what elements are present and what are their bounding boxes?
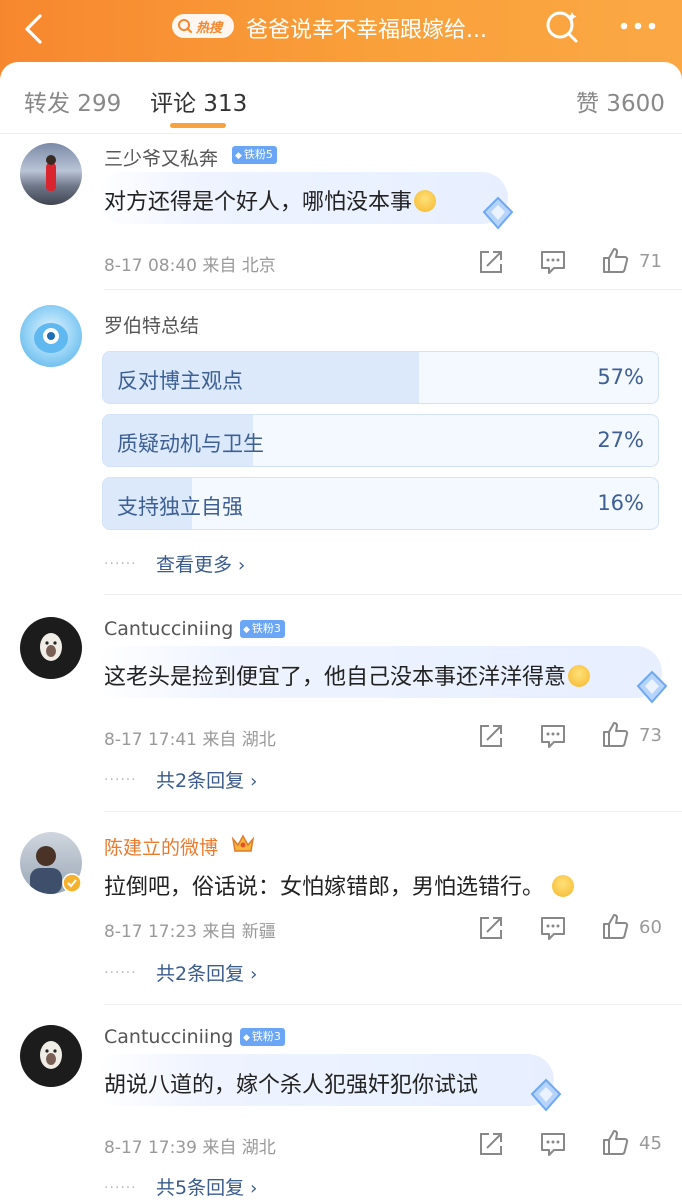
- avatar[interactable]: [20, 1025, 82, 1087]
- active-tab-indicator: [170, 123, 226, 128]
- laugh-emoji-icon: [414, 190, 437, 212]
- page-title[interactable]: 爸爸说幸不幸福跟嫁给...: [246, 12, 487, 44]
- replies-link[interactable]: 共2条回复 ›: [156, 959, 257, 986]
- tab-like[interactable]: 赞 3600: [576, 84, 665, 118]
- username[interactable]: Cantucciniing: [104, 1026, 233, 1048]
- divider: [104, 594, 682, 595]
- like-icon[interactable]: [601, 1128, 629, 1156]
- avatar[interactable]: [20, 617, 82, 679]
- share-icon[interactable]: [477, 722, 505, 750]
- comment-icon[interactable]: [539, 1130, 567, 1158]
- poll-option-label: 质疑动机与卫生: [117, 432, 264, 456]
- comment-icon[interactable]: [539, 248, 567, 276]
- robot-avatar-icon: [34, 323, 68, 353]
- verified-icon: [62, 873, 82, 893]
- comment-meta: 8-17 17:23 来自 新疆: [104, 922, 276, 942]
- comment-icon[interactable]: [539, 722, 567, 750]
- crying-emoji-icon: [568, 665, 591, 687]
- view-more-link[interactable]: 查看更多 ›: [156, 550, 245, 577]
- avatar[interactable]: [20, 143, 82, 205]
- poll-option-label: 支持独立自强: [117, 495, 243, 519]
- poll-option-percent: 16%: [597, 491, 644, 515]
- dots-icon: ······: [104, 965, 137, 981]
- username[interactable]: 陈建立的微博: [104, 833, 218, 860]
- comment-text: 对方还得是个好人，哪怕没本事: [104, 184, 437, 216]
- like-count: 45: [639, 1133, 662, 1154]
- like-icon[interactable]: [601, 720, 629, 748]
- hot-search-label: 热搜: [196, 20, 223, 36]
- comment-text: 这老头是捡到便宜了，他自己没本事还洋洋得意: [104, 659, 591, 691]
- diamond-icon: [636, 670, 668, 704]
- fan-badge: 铁粉3: [240, 620, 285, 638]
- share-icon[interactable]: [477, 914, 505, 942]
- tab-comment[interactable]: 评论 313: [150, 84, 247, 118]
- fan-badge: 铁粉5: [232, 146, 277, 164]
- like-count: 73: [639, 725, 662, 746]
- more-icon[interactable]: [616, 12, 660, 40]
- like-count: 60: [639, 917, 662, 938]
- like-icon[interactable]: [601, 912, 629, 940]
- back-icon[interactable]: [18, 12, 52, 46]
- fan-badge: 铁粉3: [240, 1028, 285, 1046]
- comment-meta: 8-17 08:40 来自 北京: [104, 256, 276, 276]
- comment-text: 胡说八道的，嫁个杀人犯强奸犯你试试: [104, 1073, 479, 1098]
- tab-bar: 转发 299 评论 313 赞 3600: [0, 62, 682, 134]
- share-icon[interactable]: [477, 248, 505, 276]
- poll-option[interactable]: 支持独立自强 16%: [102, 477, 659, 530]
- avatar[interactable]: [20, 305, 82, 367]
- hot-search-badge[interactable]: 热搜: [172, 14, 234, 38]
- poll-option-percent: 57%: [597, 365, 644, 389]
- search-icon[interactable]: [542, 6, 582, 46]
- divider: [104, 1004, 682, 1005]
- comment-icon[interactable]: [539, 914, 567, 942]
- like-icon[interactable]: [601, 246, 629, 274]
- comment-meta: 8-17 17:39 来自 湖北: [104, 1138, 276, 1158]
- comment-text: 拉倒吧，俗话说：女怕嫁错郎，男怕选错行。: [104, 869, 575, 901]
- share-icon[interactable]: [477, 1130, 505, 1158]
- username[interactable]: 三少爷又私奔: [104, 144, 218, 171]
- diamond-icon: [530, 1078, 562, 1112]
- poll-option-percent: 27%: [597, 428, 644, 452]
- dots-icon: ······: [104, 772, 137, 788]
- monkey-avatar-icon: [40, 1041, 62, 1069]
- dots-icon: ······: [104, 556, 137, 572]
- divider: [104, 289, 682, 290]
- replies-link[interactable]: 共5条回复 ›: [156, 1173, 257, 1200]
- divider: [104, 811, 682, 812]
- dots-icon: ······: [104, 1180, 137, 1196]
- like-count: 71: [639, 251, 662, 272]
- hot-search-icon: [178, 19, 192, 33]
- diamond-icon: [482, 196, 514, 230]
- monkey-avatar-icon: [40, 633, 62, 661]
- username[interactable]: 罗伯特总结: [104, 311, 199, 338]
- poll-option-label: 反对博主观点: [117, 369, 243, 393]
- replies-link[interactable]: 共2条回复 ›: [156, 766, 257, 793]
- avatar-figure: [46, 155, 56, 191]
- poll-option[interactable]: 质疑动机与卫生 27%: [102, 414, 659, 467]
- grin-emoji-icon: [552, 875, 575, 897]
- crown-icon: [231, 834, 255, 852]
- username[interactable]: Cantucciniing: [104, 618, 233, 640]
- tab-repost[interactable]: 转发 299: [24, 84, 121, 118]
- comment-meta: 8-17 17:41 来自 湖北: [104, 730, 276, 750]
- poll-option[interactable]: 反对博主观点 57%: [102, 351, 659, 404]
